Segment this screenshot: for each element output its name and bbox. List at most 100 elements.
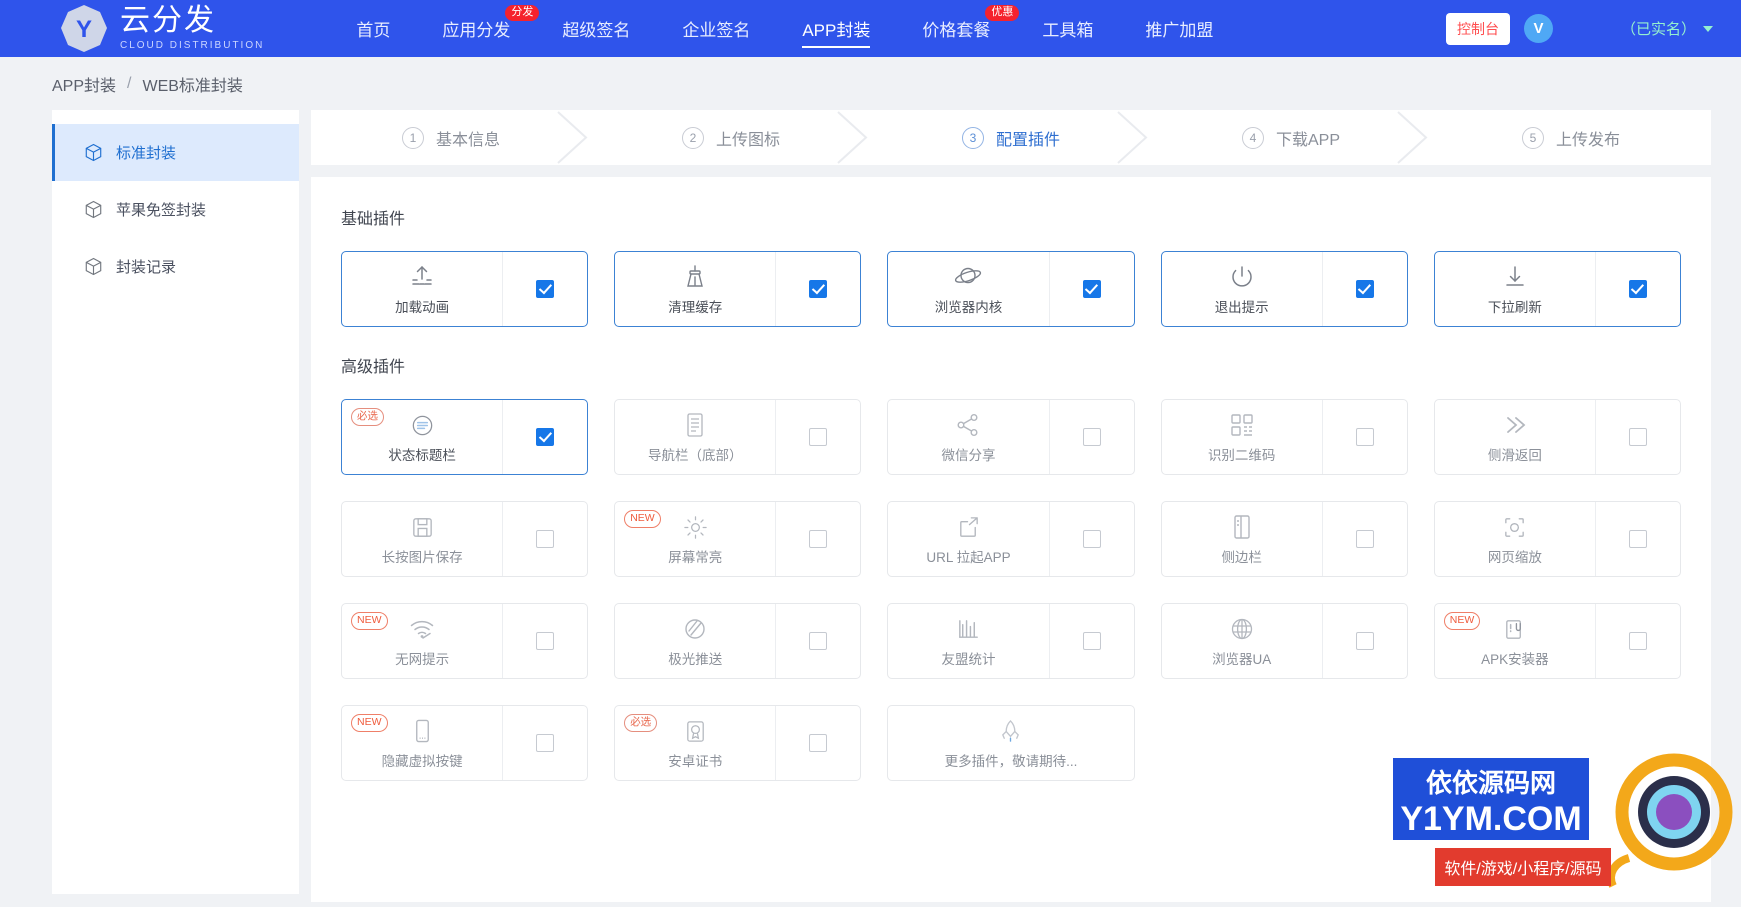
plugin-card-qrcode-recognition[interactable]: 识别二维码: [1161, 399, 1408, 475]
plugin-checkbox[interactable]: [536, 530, 554, 548]
plugin-checkbox[interactable]: [1083, 530, 1101, 548]
plugin-card-sidebar[interactable]: 侧边栏: [1161, 501, 1408, 577]
plugin-checkbox[interactable]: [1083, 428, 1101, 446]
plugin-checkbox[interactable]: [1356, 530, 1374, 548]
plugin-checkbox[interactable]: [809, 530, 827, 548]
site-logo[interactable]: Y 云分发 CLOUD DISTRIBUTION: [60, 4, 264, 54]
plugin-card-body: 侧滑返回: [1435, 400, 1596, 474]
nav-right-section: 控制台 V （已实名）: [1446, 13, 1723, 45]
plugin-checkbox[interactable]: [1356, 280, 1374, 298]
logo-subtitle: CLOUD DISTRIBUTION: [120, 41, 264, 51]
plugin-card-bottom-navbar[interactable]: 导航栏（底部）: [614, 399, 861, 475]
nav-item-pricing[interactable]: 价格套餐 优惠: [896, 0, 1016, 57]
plugin-card-exit-prompt[interactable]: 退出提示: [1161, 251, 1408, 327]
plugin-card-android-certificate[interactable]: 必选 安卓证书: [614, 705, 861, 781]
plugin-label: 退出提示: [1215, 296, 1269, 316]
plugin-checkbox[interactable]: [1629, 530, 1647, 548]
nav-item-app-distribution[interactable]: 应用分发 分发: [416, 0, 536, 57]
plugin-checkbox-cell: [503, 604, 587, 678]
plugin-card-apk-installer[interactable]: NEW APK安装器: [1434, 603, 1681, 679]
new-tag: NEW: [1444, 612, 1481, 630]
plugin-card-umeng-analytics[interactable]: 友盟统计: [887, 603, 1134, 679]
step-arrow-icon: [1112, 110, 1152, 165]
plugin-checkbox[interactable]: [1356, 428, 1374, 446]
step-label: 配置插件: [996, 126, 1060, 150]
nav-item-super-signature[interactable]: 超级签名: [536, 0, 656, 57]
plugin-checkbox[interactable]: [536, 280, 554, 298]
power-icon: [1229, 262, 1255, 292]
plugin-card-body: 微信分享: [888, 400, 1049, 474]
plugin-card-wechat-share[interactable]: 微信分享: [887, 399, 1134, 475]
step-download-app[interactable]: 4 下载APP: [1151, 110, 1431, 165]
plugin-checkbox[interactable]: [1629, 428, 1647, 446]
plugin-card-hide-virtual-keys[interactable]: NEW 隐藏虚拟按键: [341, 705, 588, 781]
chevrons-right-icon: [1502, 410, 1528, 440]
nav-item-label: 应用分发: [442, 16, 510, 41]
breadcrumb: APP封装 / WEB标准封装: [0, 57, 1741, 110]
sidebar-item-packaging-records[interactable]: 封装记录: [52, 238, 299, 295]
plugin-checkbox-cell: [776, 502, 860, 576]
plugin-checkbox[interactable]: [536, 734, 554, 752]
plugin-checkbox[interactable]: [536, 428, 554, 446]
nav-item-affiliate[interactable]: 推广加盟: [1119, 0, 1239, 57]
plugin-checkbox-cell: [1323, 400, 1407, 474]
plugin-label: 侧滑返回: [1488, 444, 1542, 464]
plugin-label: URL 拉起APP: [926, 546, 1010, 566]
step-label: 上传图标: [716, 126, 780, 150]
plugin-card-jpush[interactable]: 极光推送: [614, 603, 861, 679]
plugin-label: 浏览器UA: [1212, 648, 1271, 668]
plugin-card-url-launch-app[interactable]: URL 拉起APP: [887, 501, 1134, 577]
plugin-checkbox[interactable]: [809, 632, 827, 650]
step-configure-plugins[interactable]: 3 配置插件: [871, 110, 1151, 165]
nav-bar-icon: [683, 410, 707, 440]
plugin-label: APK安装器: [1481, 648, 1549, 668]
plugin-checkbox[interactable]: [809, 280, 827, 298]
plugin-card-browser-ua[interactable]: 浏览器UA: [1161, 603, 1408, 679]
phone-icon: [411, 716, 434, 746]
no-wifi-icon: [409, 614, 435, 644]
plugin-card-long-press-save-image[interactable]: 长按图片保存: [341, 501, 588, 577]
sidebar-item-standard-packaging[interactable]: 标准封装: [52, 124, 299, 181]
plugin-checkbox[interactable]: [1083, 632, 1101, 650]
plugin-checkbox[interactable]: [809, 428, 827, 446]
logo-title: 云分发: [120, 6, 264, 36]
plugin-label: 清理缓存: [668, 296, 722, 316]
plugin-checkbox[interactable]: [1356, 632, 1374, 650]
plugin-checkbox[interactable]: [809, 734, 827, 752]
plugin-checkbox[interactable]: [536, 632, 554, 650]
plugin-checkbox[interactable]: [1629, 280, 1647, 298]
plugin-card-no-network-prompt[interactable]: NEW 无网提示: [341, 603, 588, 679]
certificate-icon: [683, 716, 708, 746]
account-menu[interactable]: （已实名）: [1621, 18, 1713, 39]
nav-item-home[interactable]: 首页: [330, 0, 416, 57]
console-button[interactable]: 控制台: [1446, 13, 1510, 45]
step-upload-publish[interactable]: 5 上传发布: [1431, 110, 1711, 165]
plugin-card-browser-kernel[interactable]: 浏览器内核: [887, 251, 1134, 327]
aurora-push-icon: [682, 614, 708, 644]
plugin-checkbox-cell: [1050, 604, 1134, 678]
nav-item-enterprise-signature[interactable]: 企业签名: [656, 0, 776, 57]
nav-item-toolbox[interactable]: 工具箱: [1016, 0, 1119, 57]
plugin-card-loading-animation[interactable]: 加载动画: [341, 251, 588, 327]
plugin-card-page-zoom[interactable]: 网页缩放: [1434, 501, 1681, 577]
step-basic-info[interactable]: 1 基本信息: [311, 110, 591, 165]
nav-item-label: 企业签名: [682, 16, 750, 41]
sidebar-item-apple-signfree-packaging[interactable]: 苹果免签封装: [52, 181, 299, 238]
plugin-checkbox[interactable]: [1083, 280, 1101, 298]
avatar[interactable]: V: [1524, 14, 1553, 43]
plugin-card-pull-to-refresh[interactable]: 下拉刷新: [1434, 251, 1681, 327]
nav-item-app-packaging[interactable]: APP封装: [776, 0, 896, 57]
plugin-label: 识别二维码: [1208, 444, 1276, 464]
plugin-card-clear-cache[interactable]: 清理缓存: [614, 251, 861, 327]
plugin-checkbox[interactable]: [1629, 632, 1647, 650]
cube-icon: [84, 200, 103, 219]
plugin-card-keep-screen-on[interactable]: NEW 屏幕常亮: [614, 501, 861, 577]
plugin-checkbox-cell: [776, 252, 860, 326]
plugin-card-swipe-back[interactable]: 侧滑返回: [1434, 399, 1681, 475]
plugin-checkbox-cell: [1596, 502, 1680, 576]
plugin-card-status-title-bar[interactable]: 必选 状态标题栏: [341, 399, 588, 475]
breadcrumb-current: WEB标准封装: [142, 72, 242, 96]
breadcrumb-parent[interactable]: APP封装: [52, 72, 116, 96]
top-navigation-bar: Y 云分发 CLOUD DISTRIBUTION 首页 应用分发 分发 超级签名…: [0, 0, 1741, 57]
step-upload-icon[interactable]: 2 上传图标: [591, 110, 871, 165]
